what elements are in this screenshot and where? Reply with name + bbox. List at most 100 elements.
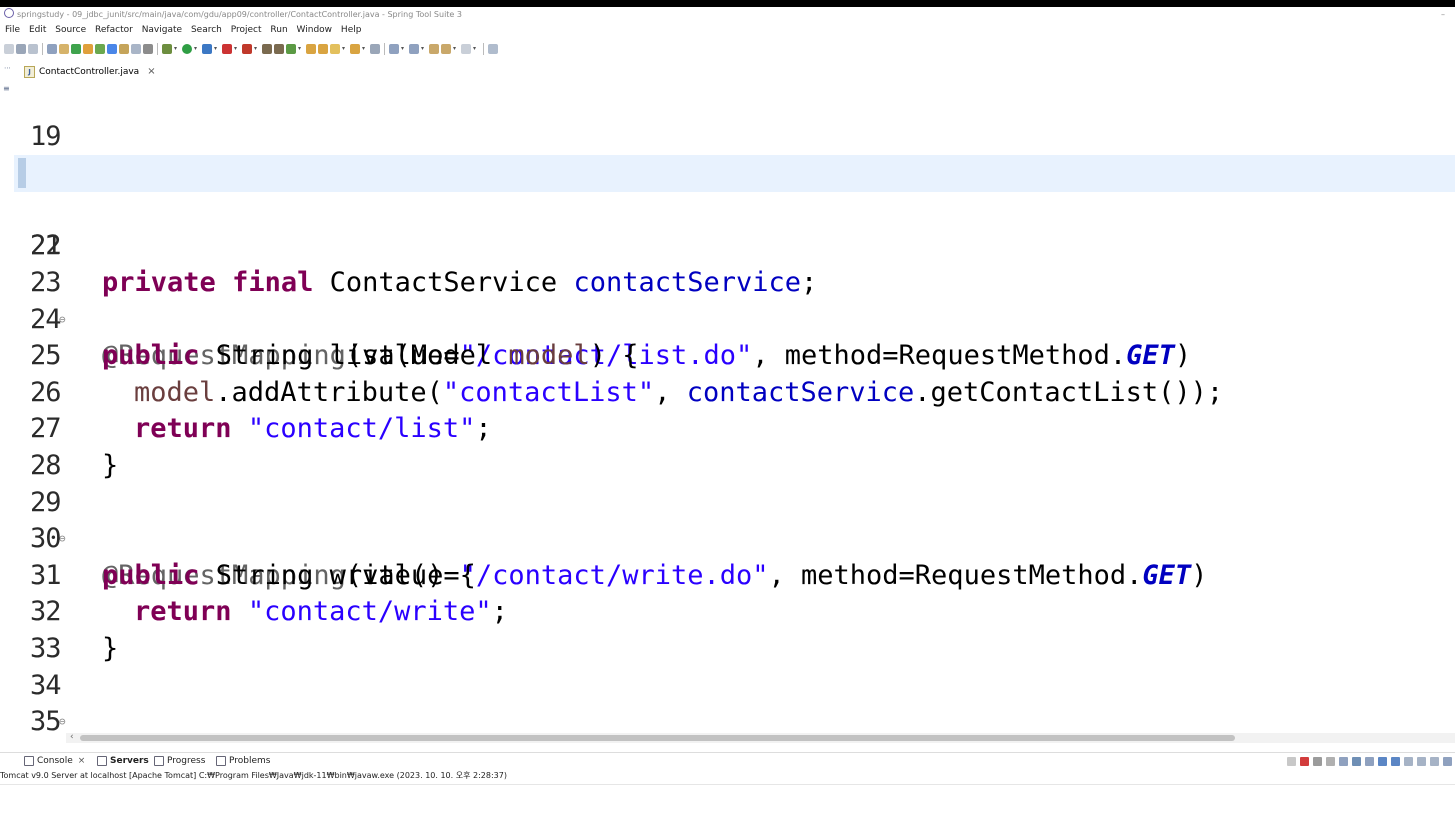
chevron-down-icon[interactable]: ▾ <box>234 46 240 52</box>
menu-run[interactable]: Run <box>270 25 287 35</box>
open-type-icon[interactable] <box>119 44 129 54</box>
server-start-icon[interactable] <box>274 44 284 54</box>
chevron-left-icon[interactable]: ‹ <box>70 732 74 742</box>
remove-all-icon[interactable] <box>1326 756 1335 766</box>
next-annotation-icon[interactable] <box>389 44 399 54</box>
progress-icon <box>154 756 164 766</box>
chevron-down-icon[interactable]: ▾ <box>401 46 407 52</box>
menu-search[interactable]: Search <box>191 25 222 35</box>
code-line-current: 21 private final ContactService contactS… <box>14 155 1455 298</box>
editor-tab-bar: J ContactController.java × <box>0 63 1455 81</box>
code-editor[interactable]: 19 public class ContactController { 20 2… <box>14 82 1455 732</box>
markers-icon[interactable] <box>131 44 141 54</box>
screen-top-edge <box>0 0 1455 7</box>
code-line: 31 return "contact/write"; <box>30 559 508 628</box>
code-line: 30 public String write() { <box>30 523 476 591</box>
close-icon[interactable]: × <box>147 63 155 81</box>
chevron-down-icon[interactable]: ▾ <box>298 46 304 52</box>
last-edit-icon[interactable] <box>429 44 439 54</box>
tab-problems[interactable]: Problems <box>216 753 270 769</box>
open-console-icon[interactable] <box>1430 756 1439 766</box>
menu-refactor[interactable]: Refactor <box>95 25 133 35</box>
open-task-icon[interactable] <box>318 44 328 54</box>
menu-bar: File Edit Source Refactor Navigate Searc… <box>0 22 1455 38</box>
code-line: 26 return "contact/list"; <box>30 376 492 445</box>
tab-progress[interactable]: Progress <box>154 753 205 769</box>
java-file-icon: J <box>24 66 35 78</box>
scroll-lock-icon[interactable] <box>1287 756 1296 766</box>
chevron-down-icon[interactable]: ▾ <box>362 46 368 52</box>
coverage-icon[interactable] <box>202 44 212 54</box>
toolbar-separator <box>384 43 385 55</box>
chevron-down-icon[interactable]: ▾ <box>174 46 180 52</box>
display-console-icon[interactable] <box>1417 756 1426 766</box>
horizontal-scrollbar[interactable]: ‹ <box>66 732 1455 743</box>
show-stderr-icon[interactable] <box>1391 756 1400 766</box>
tab-console[interactable]: Console × <box>24 753 85 769</box>
menu-source[interactable]: Source <box>55 25 86 35</box>
clear-console-icon[interactable] <box>1339 756 1348 766</box>
run-icon[interactable] <box>182 44 192 54</box>
spring-boot-icon[interactable] <box>71 44 81 54</box>
refresh-icon[interactable] <box>83 44 93 54</box>
remove-launch-icon[interactable] <box>1313 756 1322 766</box>
pin-icon[interactable] <box>370 44 380 54</box>
tab-contactcontroller[interactable]: J ContactController.java × <box>24 63 156 81</box>
minimize-button[interactable]: – <box>1441 7 1445 22</box>
menu-navigate[interactable]: Navigate <box>142 25 182 35</box>
chevron-down-icon[interactable]: ▾ <box>342 46 348 52</box>
search-icon[interactable] <box>350 44 360 54</box>
save-icon[interactable] <box>16 44 26 54</box>
console-icon <box>24 756 34 766</box>
spring-icon[interactable] <box>95 44 105 54</box>
chevron-down-icon[interactable]: ▾ <box>473 46 479 52</box>
menu-window[interactable]: Window <box>297 25 333 35</box>
code-line: 34 ⊖ @RequestMapping(value="/contact/add… <box>14 631 1455 729</box>
servers-icon <box>97 756 107 766</box>
open-perspective-icon[interactable] <box>488 44 498 54</box>
current-line-marker <box>18 158 26 189</box>
forward-icon[interactable] <box>461 44 471 54</box>
new-java-class-icon[interactable] <box>286 44 296 54</box>
highlight-icon[interactable] <box>107 44 117 54</box>
external-tools-icon[interactable] <box>242 44 252 54</box>
scroll-lock-toggle-icon[interactable] <box>1352 756 1361 766</box>
word-wrap-icon[interactable] <box>1365 756 1374 766</box>
tab-servers[interactable]: Servers <box>97 753 149 769</box>
prev-annotation-icon[interactable] <box>409 44 419 54</box>
bottom-panel-tabs: Console × Servers Progress Problems <box>0 752 1455 769</box>
chevron-down-icon[interactable]: ▾ <box>214 46 220 52</box>
pilcrow-icon[interactable] <box>143 44 153 54</box>
menu-edit[interactable]: Edit <box>29 25 46 35</box>
stop-icon[interactable] <box>222 44 232 54</box>
open-folder-icon[interactable] <box>306 44 316 54</box>
tab-label: ContactController.java <box>39 67 140 77</box>
chevron-down-icon[interactable]: ▾ <box>254 46 260 52</box>
chevron-down-icon[interactable]: ▾ <box>194 46 200 52</box>
chevron-down-icon[interactable]: ▾ <box>453 46 459 52</box>
task-icon[interactable] <box>59 44 69 54</box>
pin-console-icon[interactable] <box>1404 756 1413 766</box>
chevron-down-icon[interactable]: ▾ <box>421 46 427 52</box>
menu-file[interactable]: File <box>5 25 20 35</box>
minimize-view-icon[interactable] <box>1443 756 1452 766</box>
menu-project[interactable]: Project <box>231 25 262 35</box>
terminal-icon[interactable] <box>47 44 57 54</box>
back-icon[interactable] <box>441 44 451 54</box>
scrollbar-thumb[interactable] <box>80 735 1235 741</box>
save-all-icon[interactable] <box>28 44 38 54</box>
terminate-icon[interactable] <box>1300 756 1309 766</box>
new-icon[interactable] <box>4 44 14 54</box>
close-icon[interactable]: × <box>78 753 86 769</box>
code-line: 19 public class ContactController { <box>14 82 1455 189</box>
show-stdout-icon[interactable] <box>1378 756 1387 766</box>
menu-help[interactable]: Help <box>341 25 362 35</box>
console-output-area[interactable] <box>0 784 1455 826</box>
code-line: 25 model.addAttribute("contactList", con… <box>30 340 1224 408</box>
pencil-icon[interactable] <box>330 44 340 54</box>
outline-icon[interactable]: ≡ <box>3 84 14 93</box>
server-icon[interactable] <box>262 44 272 54</box>
code-line: 22 <box>14 192 1455 261</box>
tab-console-label: Console <box>37 756 73 766</box>
debug-icon[interactable] <box>162 44 172 54</box>
